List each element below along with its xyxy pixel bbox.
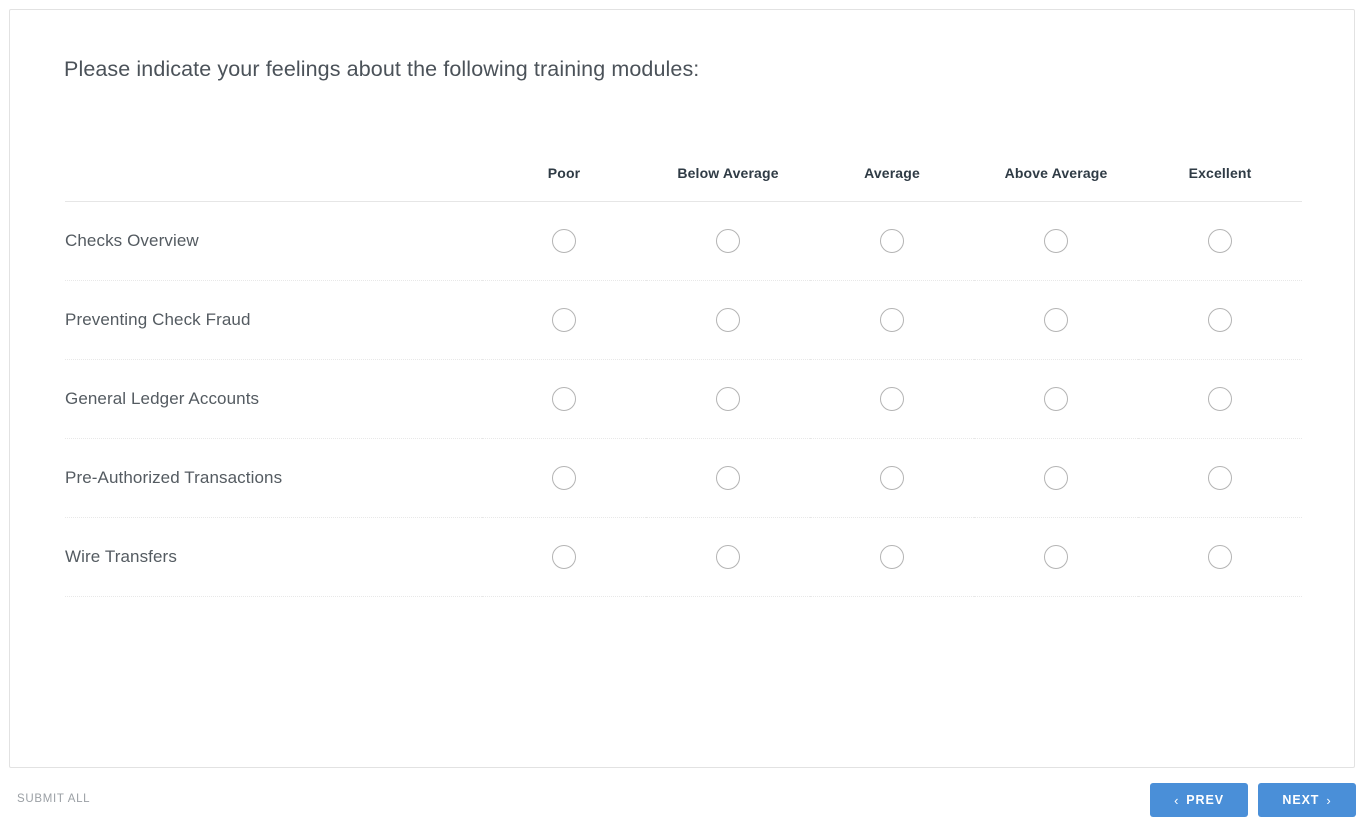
radio-checks-overview-below-average[interactable] (716, 229, 740, 253)
cell-wire-transfers-excellent[interactable] (1138, 518, 1302, 597)
radio-checks-overview-excellent[interactable] (1208, 229, 1232, 253)
row-label-general-ledger-accounts: General Ledger Accounts (65, 389, 260, 408)
radio-general-ledger-accounts-above-average[interactable] (1044, 387, 1068, 411)
radio-wire-transfers-above-average[interactable] (1044, 545, 1068, 569)
chevron-left-icon: ‹ (1174, 792, 1180, 808)
cell-preventing-check-fraud-excellent[interactable] (1138, 281, 1302, 360)
table-row: General Ledger Accounts (65, 360, 1302, 439)
prev-button-label: PREV (1186, 793, 1224, 807)
radio-preventing-check-fraud-poor[interactable] (552, 308, 576, 332)
radio-preventing-check-fraud-above-average[interactable] (1044, 308, 1068, 332)
radio-preventing-check-fraud-excellent[interactable] (1208, 308, 1232, 332)
cell-wire-transfers-above-average[interactable] (974, 518, 1138, 597)
cell-preventing-check-fraud-poor[interactable] (482, 281, 646, 360)
cell-pre-authorized-transactions-excellent[interactable] (1138, 439, 1302, 518)
survey-page: Please indicate your feelings about the … (0, 0, 1364, 830)
radio-general-ledger-accounts-excellent[interactable] (1208, 387, 1232, 411)
radio-pre-authorized-transactions-below-average[interactable] (716, 466, 740, 490)
matrix-header: Poor Below Average Average Above Average… (65, 165, 1302, 202)
cell-preventing-check-fraud-average[interactable] (810, 281, 974, 360)
radio-general-ledger-accounts-poor[interactable] (552, 387, 576, 411)
cell-checks-overview-above-average[interactable] (974, 202, 1138, 281)
row-label-pre-authorized-transactions: Pre-Authorized Transactions (65, 468, 283, 487)
submit-all-button[interactable]: SUBMIT ALL (17, 793, 90, 805)
cell-general-ledger-accounts-above-average[interactable] (974, 360, 1138, 439)
radio-wire-transfers-average[interactable] (880, 545, 904, 569)
cell-general-ledger-accounts-below-average[interactable] (646, 360, 810, 439)
radio-checks-overview-poor[interactable] (552, 229, 576, 253)
table-row: Pre-Authorized Transactions (65, 439, 1302, 518)
row-label-wire-transfers: Wire Transfers (65, 547, 177, 566)
radio-general-ledger-accounts-below-average[interactable] (716, 387, 740, 411)
cell-pre-authorized-transactions-above-average[interactable] (974, 439, 1138, 518)
column-header-below-average: Below Average (677, 165, 779, 181)
radio-wire-transfers-below-average[interactable] (716, 545, 740, 569)
cell-preventing-check-fraud-above-average[interactable] (974, 281, 1138, 360)
next-button[interactable]: NEXT › (1258, 783, 1356, 817)
cell-checks-overview-below-average[interactable] (646, 202, 810, 281)
prev-button[interactable]: ‹ PREV (1150, 783, 1248, 817)
radio-pre-authorized-transactions-above-average[interactable] (1044, 466, 1068, 490)
radio-checks-overview-above-average[interactable] (1044, 229, 1068, 253)
navigation-buttons: ‹ PREV NEXT › (1150, 783, 1356, 817)
table-row: Wire Transfers (65, 518, 1302, 597)
cell-wire-transfers-average[interactable] (810, 518, 974, 597)
footer-bar: SUBMIT ALL ‹ PREV NEXT › (0, 769, 1364, 830)
radio-general-ledger-accounts-average[interactable] (880, 387, 904, 411)
page-title: Please indicate your feelings about the … (64, 57, 700, 81)
radio-preventing-check-fraud-average[interactable] (880, 308, 904, 332)
cell-wire-transfers-below-average[interactable] (646, 518, 810, 597)
cell-checks-overview-excellent[interactable] (1138, 202, 1302, 281)
cell-preventing-check-fraud-below-average[interactable] (646, 281, 810, 360)
radio-pre-authorized-transactions-excellent[interactable] (1208, 466, 1232, 490)
radio-pre-authorized-transactions-average[interactable] (880, 466, 904, 490)
column-header-average: Average (864, 165, 920, 181)
matrix-body: Checks Overview Preventing Check Fraud G… (65, 202, 1302, 597)
row-label-preventing-check-fraud: Preventing Check Fraud (65, 310, 251, 329)
cell-general-ledger-accounts-average[interactable] (810, 360, 974, 439)
matrix-corner-cell (65, 165, 482, 202)
radio-pre-authorized-transactions-poor[interactable] (552, 466, 576, 490)
column-header-excellent: Excellent (1188, 165, 1252, 181)
cell-pre-authorized-transactions-below-average[interactable] (646, 439, 810, 518)
radio-wire-transfers-excellent[interactable] (1208, 545, 1232, 569)
column-header-above-average: Above Average (1004, 165, 1108, 181)
cell-general-ledger-accounts-excellent[interactable] (1138, 360, 1302, 439)
chevron-right-icon: › (1326, 792, 1332, 808)
radio-preventing-check-fraud-below-average[interactable] (716, 308, 740, 332)
matrix-header-row: Poor Below Average Average Above Average… (65, 165, 1302, 202)
cell-checks-overview-average[interactable] (810, 202, 974, 281)
cell-wire-transfers-poor[interactable] (482, 518, 646, 597)
table-row: Checks Overview (65, 202, 1302, 281)
row-label-checks-overview: Checks Overview (65, 231, 199, 250)
survey-card: Please indicate your feelings about the … (9, 9, 1355, 768)
rating-matrix: Poor Below Average Average Above Average… (65, 165, 1302, 597)
cell-checks-overview-poor[interactable] (482, 202, 646, 281)
cell-pre-authorized-transactions-average[interactable] (810, 439, 974, 518)
table-row: Preventing Check Fraud (65, 281, 1302, 360)
column-header-poor: Poor (547, 165, 581, 181)
radio-wire-transfers-poor[interactable] (552, 545, 576, 569)
cell-general-ledger-accounts-poor[interactable] (482, 360, 646, 439)
cell-pre-authorized-transactions-poor[interactable] (482, 439, 646, 518)
radio-checks-overview-average[interactable] (880, 229, 904, 253)
next-button-label: NEXT (1282, 793, 1320, 807)
